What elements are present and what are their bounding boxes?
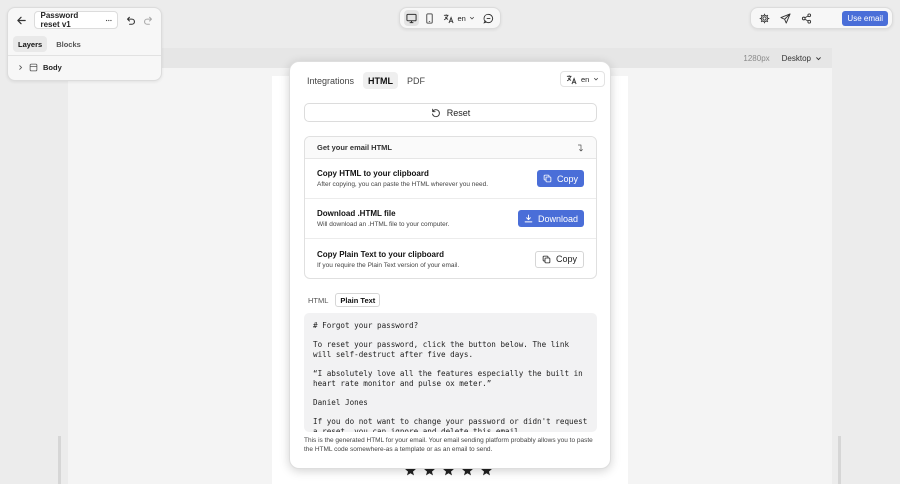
document-name-field[interactable]: Password reset v1 bbox=[34, 11, 119, 29]
back-button[interactable] bbox=[15, 12, 28, 28]
device-select[interactable]: Desktop bbox=[782, 54, 822, 63]
canvas-scroll-rail-left bbox=[58, 436, 61, 484]
copy-plain-text-button-label: Copy bbox=[555, 254, 577, 264]
export-footer-note: This is the generated HTML for your emai… bbox=[304, 437, 593, 453]
document-header: Password reset v1 bbox=[8, 8, 161, 32]
download-icon bbox=[524, 214, 533, 223]
use-email-button[interactable]: Use email bbox=[842, 10, 888, 26]
tab-layers[interactable]: Layers bbox=[13, 36, 48, 52]
mobile-view-button[interactable] bbox=[422, 10, 437, 26]
modal-language-label: en bbox=[581, 74, 590, 84]
monitor-icon bbox=[406, 13, 417, 23]
send-icon bbox=[779, 12, 791, 24]
download-html-row: Download .HTML file Will download an .HT… bbox=[305, 199, 596, 239]
more-horizontal-icon[interactable] bbox=[105, 16, 112, 25]
tab-preview-html[interactable]: HTML bbox=[304, 293, 332, 307]
export-options-title: Get your email HTML bbox=[317, 143, 393, 152]
undo-button[interactable] bbox=[124, 13, 136, 27]
canvas-scroll-rail-right bbox=[838, 436, 841, 484]
modal-language-select[interactable]: en bbox=[560, 71, 606, 87]
settings-button[interactable] bbox=[757, 11, 771, 25]
send-test-button[interactable] bbox=[778, 11, 792, 25]
layers-panel: Password reset v1 Layers Blocks Body bbox=[7, 7, 162, 81]
reset-button[interactable]: Reset bbox=[304, 103, 597, 122]
modal-tabs: Integrations HTML PDF bbox=[302, 72, 430, 89]
copy-html-button[interactable]: Copy bbox=[536, 170, 584, 187]
export-options-header: Get your email HTML bbox=[305, 137, 596, 159]
sidebar-tabs: Layers Blocks bbox=[8, 32, 161, 56]
frame-icon bbox=[29, 63, 38, 71]
chevron-right-icon[interactable] bbox=[17, 64, 24, 71]
plain-text-content: # Forgot your password? To reset your pa… bbox=[313, 321, 588, 432]
download-html-title: Download .HTML file bbox=[317, 209, 396, 218]
tab-integrations[interactable]: Integrations bbox=[302, 72, 359, 89]
copy-html-description: After copying, you can paste the HTML wh… bbox=[317, 181, 489, 188]
copy-plain-text-title: Copy Plain Text to your clipboard bbox=[317, 249, 444, 259]
copy-html-row: Copy HTML to your clipboard After copyin… bbox=[305, 159, 596, 199]
redo-button[interactable] bbox=[142, 13, 154, 27]
tab-blocks[interactable]: Blocks bbox=[51, 36, 86, 52]
canvas-width-label: 1280px bbox=[743, 53, 770, 63]
corner-down-right-icon bbox=[578, 144, 583, 151]
redo-icon bbox=[143, 16, 152, 25]
export-options-box: Get your email HTML Copy HTML to your cl… bbox=[304, 136, 597, 279]
translate-icon bbox=[566, 74, 577, 84]
share-icon bbox=[801, 12, 811, 24]
copy-html-title: Copy HTML to your clipboard bbox=[317, 169, 429, 178]
language-select[interactable]: en bbox=[440, 13, 477, 24]
tab-html[interactable]: HTML bbox=[363, 72, 399, 89]
chevron-down-icon bbox=[816, 56, 821, 60]
preview-toolbar: en bbox=[399, 7, 501, 29]
chevron-down-icon bbox=[594, 77, 599, 81]
plain-text-preview[interactable]: # Forgot your password? To reset your pa… bbox=[304, 313, 597, 432]
document-name: Password reset v1 bbox=[40, 11, 79, 29]
preview-tabs: HTML Plain Text bbox=[304, 293, 381, 307]
download-html-description: Will download an .HTML file to your comp… bbox=[317, 221, 450, 228]
language-label: en bbox=[457, 13, 466, 23]
download-html-button[interactable]: Download bbox=[517, 210, 584, 227]
actions-toolbar: Use email bbox=[750, 7, 893, 29]
copy-plain-text-row: Copy Plain Text to your clipboard If you… bbox=[305, 239, 596, 278]
rotate-ccw-icon bbox=[431, 108, 440, 117]
undo-icon bbox=[126, 16, 135, 25]
smartphone-icon bbox=[426, 12, 434, 24]
layer-label: Body bbox=[43, 62, 62, 72]
copy-icon bbox=[543, 174, 552, 183]
export-modal: Integrations HTML PDF en Reset Get your … bbox=[289, 61, 611, 469]
tab-preview-plain-text[interactable]: Plain Text bbox=[335, 293, 381, 307]
copy-html-button-label: Copy bbox=[556, 173, 578, 184]
copy-plain-text-button[interactable]: Copy bbox=[534, 250, 584, 268]
translate-icon bbox=[444, 13, 454, 23]
device-label: Desktop bbox=[781, 53, 811, 63]
gear-icon bbox=[759, 13, 769, 23]
reset-label: Reset bbox=[446, 107, 471, 118]
chevron-down-icon bbox=[469, 16, 474, 20]
layer-tree-item-body[interactable]: Body bbox=[8, 56, 161, 78]
message-circle-icon bbox=[483, 13, 493, 24]
copy-icon bbox=[542, 255, 551, 263]
copy-plain-text-description: If you require the Plain Text version of… bbox=[317, 261, 460, 269]
share-button[interactable] bbox=[799, 11, 813, 25]
tab-pdf[interactable]: PDF bbox=[402, 72, 430, 89]
desktop-view-button[interactable] bbox=[404, 10, 420, 26]
download-html-button-label: Download bbox=[537, 213, 578, 224]
arrow-left-icon bbox=[17, 16, 26, 24]
comments-button[interactable] bbox=[481, 10, 496, 26]
